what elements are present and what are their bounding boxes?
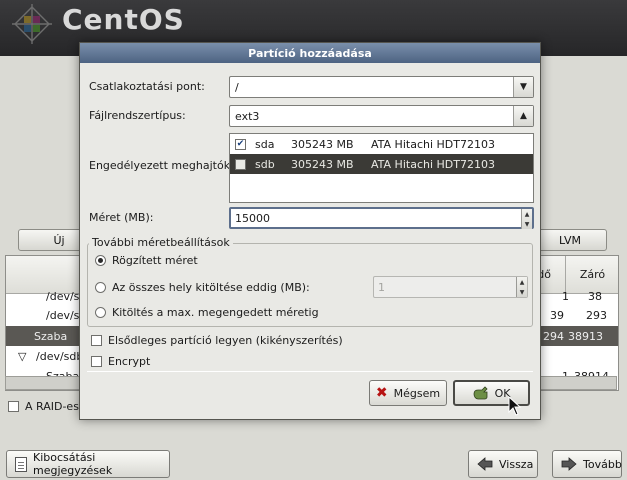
fixed-size-label: Rögzített méret — [112, 254, 198, 267]
mount-point-combo[interactable]: / ▼ — [229, 76, 534, 98]
fixed-size-radio[interactable]: Rögzített méret — [95, 254, 198, 267]
fill-up-to-radio[interactable]: Az összes hely kitöltése eddig (MB): — [95, 281, 310, 294]
arrow-left-icon — [477, 457, 493, 471]
spin-arrows-icon[interactable]: ▲ ▼ — [521, 209, 532, 229]
drive-model: ATA Hitachi HDT72103 — [371, 157, 495, 171]
radio-icon[interactable] — [95, 282, 106, 293]
fs-type-select[interactable]: ext3 ▲ — [229, 105, 534, 127]
mount-point-label: Csatlakoztatási pont: — [89, 80, 205, 93]
centos-logo-icon — [12, 4, 52, 44]
drive-checkbox[interactable]: ✔ — [235, 138, 246, 150]
document-icon — [15, 456, 27, 472]
list-item-drive[interactable]: ✔ sda 305243 MB ATA Hitachi HDT72103 — [230, 134, 533, 154]
table-row-end: 38913 — [568, 330, 603, 343]
brand-name: CentOS — [62, 3, 185, 36]
table-row-device[interactable]: /dev/sdb — [36, 350, 83, 363]
size-spinbox[interactable]: 15000 ▲ ▼ — [229, 207, 534, 229]
back-button[interactable]: Vissza — [468, 450, 538, 478]
allowed-drives-list[interactable]: ✔ sda 305243 MB ATA Hitachi HDT72103 sdb… — [229, 133, 534, 203]
primary-partition-checkbox[interactable]: Elsődleges partíció legyen (kikényszerít… — [91, 334, 343, 347]
chevron-down-icon[interactable]: ▲ — [513, 106, 533, 126]
table-row-start: 39 — [550, 309, 564, 322]
primary-checkbox-box[interactable] — [91, 335, 102, 346]
drive-checkbox[interactable] — [235, 158, 246, 170]
table-row-end: 293 — [586, 309, 607, 322]
allowed-drives-label: Engedélyezett meghajtók: — [89, 159, 234, 172]
fill-up-to-spinbox[interactable]: 1 ▲ ▼ — [373, 276, 528, 298]
spin-arrows-icon[interactable]: ▲ ▼ — [516, 277, 527, 297]
lvm-button-label: LVM — [559, 233, 581, 247]
drive-name: sda — [255, 137, 275, 151]
close-icon: ✖ — [375, 385, 388, 401]
lvm-button[interactable]: LVM — [533, 229, 607, 251]
radio-icon[interactable] — [95, 307, 106, 318]
arrow-right-icon — [561, 457, 577, 471]
fill-up-to-value: 1 — [378, 280, 385, 294]
divider — [87, 371, 533, 372]
table-row-start: 294 — [543, 330, 564, 343]
chevron-down-icon[interactable]: ▼ — [513, 77, 533, 97]
radio-selected-icon[interactable] — [95, 255, 106, 266]
drive-size: 305243 MB — [291, 157, 354, 171]
table-row-start: 1 — [562, 290, 569, 303]
mouse-pointer-icon — [508, 396, 522, 416]
cancel-button-label: Mégsem — [393, 386, 441, 400]
drive-size: 305243 MB — [291, 137, 354, 151]
next-button[interactable]: Tovább — [552, 450, 622, 478]
drive-model: ATA Hitachi HDT72103 — [371, 137, 495, 151]
size-label: Méret (MB): — [89, 211, 154, 224]
release-notes-label: Kibocsátási megjegyzések — [33, 451, 113, 477]
encrypt-label: Encrypt — [108, 355, 151, 368]
add-partition-dialog: Partíció hozzáadása Csatlakoztatási pont… — [79, 42, 541, 420]
size-value: 15000 — [235, 211, 270, 225]
drive-name: sdb — [255, 157, 275, 171]
new-button-label: Új — [53, 233, 65, 247]
col-header-end[interactable]: Záró — [566, 256, 618, 294]
primary-label: Elsődleges partíció legyen (kikényszerít… — [108, 334, 343, 347]
dialog-title: Partíció hozzáadása — [80, 43, 540, 63]
next-button-label: Tovább — [583, 457, 622, 471]
fill-max-radio[interactable]: Kitöltés a max. megengedett méretig — [95, 306, 319, 319]
fill-max-label: Kitöltés a max. megengedett méretig — [112, 306, 319, 319]
table-row-device[interactable]: /dev/s — [46, 309, 79, 322]
mount-point-value: / — [235, 80, 239, 94]
encrypt-checkbox-box[interactable] — [91, 356, 102, 367]
back-button-label: Vissza — [499, 457, 534, 471]
fill-up-to-label: Az összes hely kitöltése eddig (MB): — [112, 281, 310, 294]
raid-checkbox-box[interactable] — [8, 401, 19, 412]
expander-icon[interactable]: ▽ — [18, 350, 26, 363]
size-options-title: További méretbeállítások — [89, 236, 233, 249]
encrypt-checkbox[interactable]: Encrypt — [91, 355, 150, 368]
list-item-drive[interactable]: sdb 305243 MB ATA Hitachi HDT72103 — [230, 154, 533, 174]
table-row-end: 38 — [588, 290, 602, 303]
cancel-button[interactable]: ✖ Mégsem — [369, 380, 447, 406]
table-row-device[interactable]: /dev/s — [46, 290, 79, 303]
fs-type-value: ext3 — [235, 109, 260, 123]
ok-hand-icon — [473, 386, 488, 400]
fs-type-label: Fájlrendszertípus: — [89, 109, 186, 122]
release-notes-button[interactable]: Kibocsátási megjegyzések — [6, 450, 170, 478]
table-row-device[interactable]: Szaba — [34, 330, 67, 343]
